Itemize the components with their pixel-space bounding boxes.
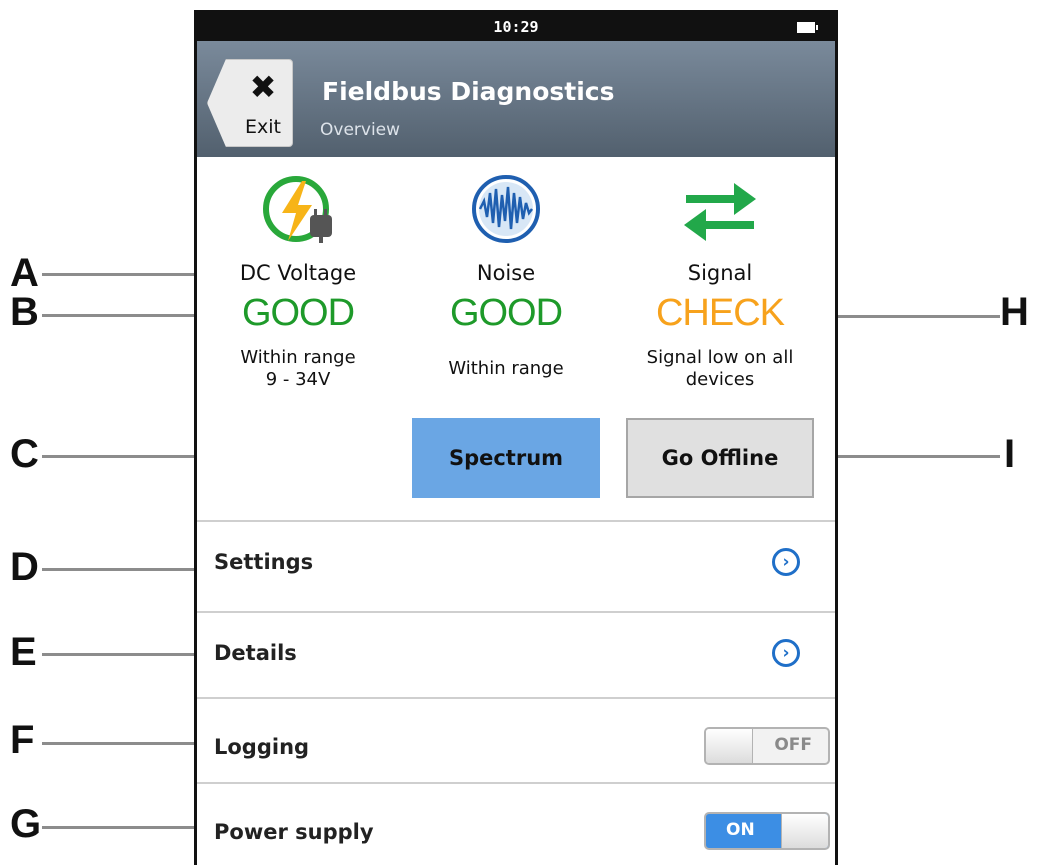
signal-description: Signal low on all devices: [615, 347, 825, 391]
callout-f: F: [10, 718, 35, 762]
dc-voltage-panel: DC Voltage GOOD Within range 9 - 34V: [197, 171, 403, 391]
toggle-knob: [781, 814, 828, 848]
signal-panel: Signal CHECK Signal low on all devices: [615, 171, 825, 391]
exit-label: Exit: [245, 116, 281, 138]
close-x-icon: ✖: [249, 68, 277, 106]
dc-voltage-description: Within range 9 - 34V: [197, 347, 403, 391]
page-title: Fieldbus Diagnostics: [322, 77, 615, 106]
signal-label: Signal: [687, 261, 753, 285]
logging-toggle-state: OFF: [774, 735, 812, 755]
settings-row[interactable]: Settings ›: [197, 520, 835, 606]
leader-line-f: [42, 742, 212, 745]
power-supply-row: Power supply ON: [197, 782, 835, 865]
noise-status: GOOD: [449, 292, 563, 334]
chevron-right-icon[interactable]: ›: [772, 639, 800, 667]
device-screen: 10:29 ✖ Exit Fieldbus Diagnostics Overvi…: [194, 10, 838, 865]
logging-row: Logging OFF: [197, 697, 835, 783]
callout-d: D: [10, 545, 39, 589]
dc-voltage-status: GOOD: [241, 292, 355, 334]
go-offline-button[interactable]: Go Offline: [626, 418, 814, 498]
signal-status: CHECK: [655, 292, 785, 334]
noise-description: Within range: [401, 358, 611, 380]
voltage-plug-icon: [197, 171, 403, 251]
callout-g: G: [10, 802, 42, 846]
status-bar: 10:29: [197, 13, 835, 41]
logging-toggle[interactable]: OFF: [704, 727, 830, 765]
spectrum-button[interactable]: Spectrum: [412, 418, 600, 498]
signal-arrows-icon: [615, 171, 825, 251]
power-supply-label: Power supply: [214, 820, 374, 844]
status-time: 10:29: [493, 18, 539, 36]
signal-desc-line1: Signal low on all: [646, 347, 794, 368]
battery-icon: [797, 22, 818, 33]
callout-i: I: [1004, 432, 1016, 476]
leader-line-g: [42, 826, 212, 829]
power-supply-toggle-state: ON: [726, 820, 755, 840]
callout-e: E: [10, 630, 37, 674]
dc-voltage-label: DC Voltage: [239, 261, 357, 285]
dc-voltage-desc-line2: 9 - 34V: [265, 369, 331, 390]
toggle-knob: [706, 729, 753, 763]
callout-c: C: [10, 432, 39, 476]
app-header: ✖ Exit Fieldbus Diagnostics Overview: [197, 41, 835, 157]
chevron-right-icon[interactable]: ›: [772, 548, 800, 576]
noise-panel: Noise GOOD Within range: [401, 171, 611, 380]
power-supply-toggle[interactable]: ON: [704, 812, 830, 850]
callout-a: A: [10, 251, 39, 295]
noise-desc-line1: Within range: [448, 358, 564, 379]
logging-label: Logging: [214, 735, 310, 759]
details-row[interactable]: Details ›: [197, 611, 835, 697]
leader-line-d: [42, 568, 212, 571]
page-subtitle: Overview: [320, 120, 401, 140]
exit-button[interactable]: ✖ Exit: [207, 59, 293, 147]
callout-b: B: [10, 290, 39, 334]
dc-voltage-desc-line1: Within range: [240, 347, 356, 368]
noise-waveform-icon: [401, 171, 611, 251]
signal-desc-line2: devices: [685, 369, 755, 390]
callout-h: H: [1000, 290, 1029, 334]
details-label: Details: [214, 641, 297, 665]
leader-line-e: [42, 653, 212, 656]
settings-label: Settings: [214, 550, 314, 574]
noise-label: Noise: [476, 261, 536, 285]
